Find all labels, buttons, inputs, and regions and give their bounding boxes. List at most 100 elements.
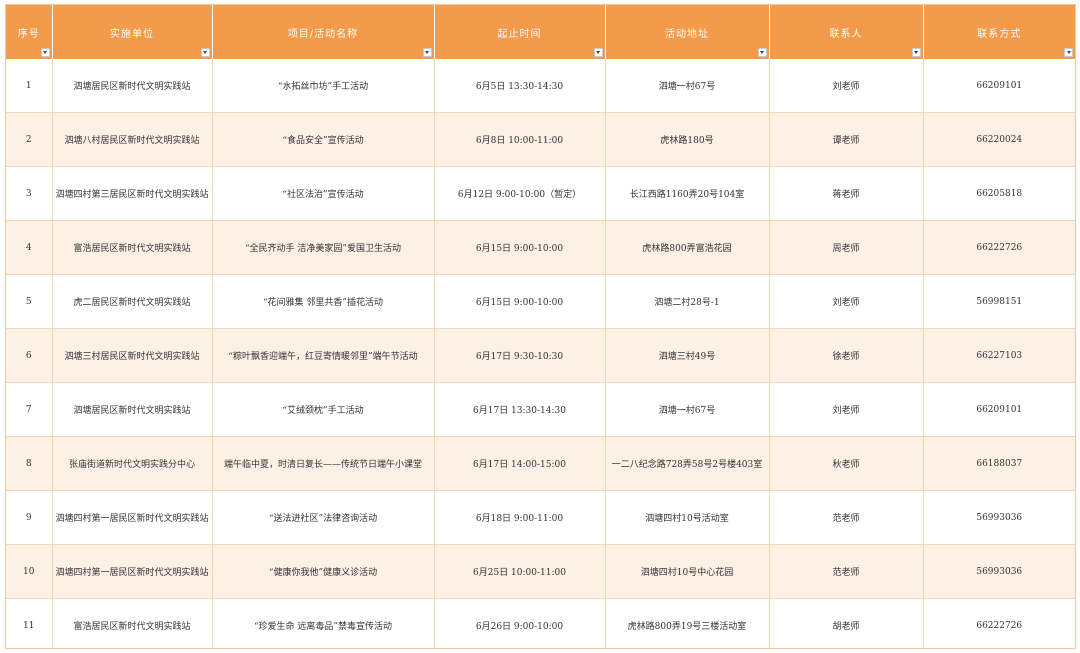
cell-index[interactable]: 4 [6,220,53,275]
cell-activity[interactable]: 端午临中夏，时清日复长——传统节日端午小课堂 [212,436,435,491]
cell-index[interactable]: 5 [6,274,53,329]
cell-address[interactable]: 泗塘一村67号 [605,59,770,113]
filter-dropdown-button[interactable] [911,48,921,57]
cell-address[interactable]: 泗塘四村10号中心花园 [605,544,770,599]
cell-address[interactable]: 一二八纪念路728弄58号2号楼403室 [605,436,770,491]
cell-phone[interactable]: 56998151 [923,274,1075,329]
cell-activity[interactable]: “食品安全”宣传活动 [212,112,435,167]
cell-unit[interactable]: 泗塘四村第三居民区新时代文明实践站 [52,166,213,221]
cell-contact[interactable]: 刘老师 [769,274,924,329]
column-header-label: 实施单位 [110,28,154,40]
cell-activity[interactable]: “珍爱生命 远离毒品”禁毒宣传活动 [212,598,435,648]
cell-unit[interactable]: 泗塘三村居民区新时代文明实践站 [52,328,213,383]
cell-phone[interactable]: 66209101 [923,59,1075,113]
filter-dropdown-button[interactable] [757,48,767,57]
cell-address[interactable]: 虎林路800弄19号三楼活动室 [605,598,770,648]
cell-phone[interactable]: 66222726 [923,598,1075,648]
table-row: 1 泗塘居民区新时代文明实践站 “水拓丝巾坊”手工活动 6月5日 13:30-14:3… [6,59,1075,113]
cell-contact[interactable]: 秋老师 [769,436,924,491]
cell-time[interactable]: 6月15日 9:00-10:00 [434,220,606,275]
cell-address[interactable]: 虎林路800弄富浩花园 [605,220,770,275]
cell-index[interactable]: 8 [6,436,53,491]
cell-address[interactable]: 虎林路180号 [605,112,770,167]
cell-time[interactable]: 6月12日 9:00-10:00（暂定） [434,166,606,221]
filter-dropdown-button[interactable] [40,48,50,57]
cell-contact[interactable]: 刘老师 [769,382,924,437]
cell-address[interactable]: 泗塘三村49号 [605,328,770,383]
cell-contact[interactable]: 周老师 [769,220,924,275]
cell-index[interactable]: 3 [6,166,53,221]
filter-dropdown-button[interactable] [593,48,603,57]
table-row: 9 泗塘四村第一居民区新时代文明实践站 “送法进社区”法律咨询活动 6月18日 9:0… [6,490,1075,545]
cell-activity[interactable]: “艾绒颈枕”手工活动 [212,382,435,437]
table-row: 3 泗塘四村第三居民区新时代文明实践站 “社区法治”宣传活动 6月12日 9:00-1… [6,166,1075,221]
cell-unit[interactable]: 富浩居民区新时代文明实践站 [52,598,213,648]
cell-phone[interactable]: 66205818 [923,166,1075,221]
cell-contact[interactable]: 刘老师 [769,59,924,113]
cell-phone[interactable]: 66188037 [923,436,1075,491]
cell-unit[interactable]: 泗塘八村居民区新时代文明实践站 [52,112,213,167]
table-body: 1 泗塘居民区新时代文明实践站 “水拓丝巾坊”手工活动 6月5日 13:30-14:3… [6,59,1075,648]
column-header-label: 项目/活动名称 [287,28,359,40]
cell-index[interactable]: 9 [6,490,53,545]
activity-table: 序号 实施单位 项目/活动名称 起止时间 活动地址 联系人 联系方式 1 泗塘居… [6,5,1075,648]
table-row: 4 富浩居民区新时代文明实践站 “全民齐动手 洁净美家园”爱国卫生活动 6月15日 9… [6,220,1075,275]
cell-unit[interactable]: 泗塘居民区新时代文明实践站 [52,382,213,437]
cell-unit[interactable]: 虎二居民区新时代文明实践站 [52,274,213,329]
cell-time[interactable]: 6月17日 9:30-10:30 [434,328,606,383]
cell-unit[interactable]: 富浩居民区新时代文明实践站 [52,220,213,275]
column-header-label: 联系方式 [977,28,1022,40]
cell-contact[interactable]: 谭老师 [769,112,924,167]
cell-activity[interactable]: “社区法治”宣传活动 [212,166,435,221]
cell-activity[interactable]: “送法进社区”法律咨询活动 [212,490,435,545]
cell-time[interactable]: 6月8日 10:00-11:00 [434,112,606,167]
cell-address[interactable]: 长江西路1160弄20号104室 [605,166,770,221]
cell-phone[interactable]: 66220024 [923,112,1075,167]
cell-time[interactable]: 6月25日 10:00-11:00 [434,544,606,599]
cell-index[interactable]: 10 [6,544,53,599]
cell-activity[interactable]: “水拓丝巾坊”手工活动 [212,59,435,113]
cell-contact[interactable]: 胡老师 [769,598,924,648]
cell-unit[interactable]: 泗塘居民区新时代文明实践站 [52,59,213,113]
cell-index[interactable]: 1 [6,59,53,113]
cell-unit[interactable]: 泗塘四村第一居民区新时代文明实践站 [52,544,213,599]
cell-time[interactable]: 6月17日 13:30-14:30 [434,382,606,437]
cell-contact[interactable]: 蒋老师 [769,166,924,221]
filter-dropdown-button[interactable] [200,48,210,57]
cell-contact[interactable]: 范老师 [769,490,924,545]
cell-time[interactable]: 6月5日 13:30-14:30 [434,59,606,113]
cell-phone[interactable]: 56993036 [923,544,1075,599]
cell-phone[interactable]: 66222726 [923,220,1075,275]
cell-index[interactable]: 6 [6,328,53,383]
cell-address[interactable]: 泗塘一村67号 [605,382,770,437]
cell-contact[interactable]: 范老师 [769,544,924,599]
column-header-label: 起止时间 [497,28,542,40]
column-header-unit: 实施单位 [52,5,213,59]
cell-address[interactable]: 泗塘二村28号-1 [605,274,770,329]
cell-index[interactable]: 7 [6,382,53,437]
chevron-down-icon [914,51,918,54]
filter-dropdown-button[interactable] [1064,48,1073,57]
cell-time[interactable]: 6月15日 9:00-10:00 [434,274,606,329]
cell-phone[interactable]: 66209101 [923,382,1075,437]
column-header-time: 起止时间 [434,5,606,59]
cell-phone[interactable]: 56993036 [923,490,1075,545]
cell-time[interactable]: 6月17日 14:00-15:00 [434,436,606,491]
cell-activity[interactable]: “健康你我他”健康义诊活动 [212,544,435,599]
cell-time[interactable]: 6月18日 9:00-11:00 [434,490,606,545]
cell-activity[interactable]: “全民齐动手 洁净美家园”爱国卫生活动 [212,220,435,275]
cell-unit[interactable]: 泗塘四村第一居民区新时代文明实践站 [52,490,213,545]
cell-index[interactable]: 2 [6,112,53,167]
cell-activity[interactable]: “花间雅集 邻里共香”插花活动 [212,274,435,329]
table-row: 7 泗塘居民区新时代文明实践站 “艾绒颈枕”手工活动 6月17日 13:30-14:3… [6,382,1075,437]
filter-dropdown-button[interactable] [422,48,432,57]
cell-index[interactable]: 11 [6,598,53,648]
cell-contact[interactable]: 徐老师 [769,328,924,383]
cell-address[interactable]: 泗塘四村10号活动室 [605,490,770,545]
column-header-contact: 联系人 [769,5,924,59]
cell-unit[interactable]: 张庙街道新时代文明实践分中心 [52,436,213,491]
cell-activity[interactable]: “粽叶飘香迎端午，红豆寄情暖邻里”端午节活动 [212,328,435,383]
cell-time[interactable]: 6月26日 9:00-10:00 [434,598,606,648]
table-row: 5 虎二居民区新时代文明实践站 “花间雅集 邻里共香”插花活动 6月15日 9:00-… [6,274,1075,329]
cell-phone[interactable]: 66227103 [923,328,1075,383]
